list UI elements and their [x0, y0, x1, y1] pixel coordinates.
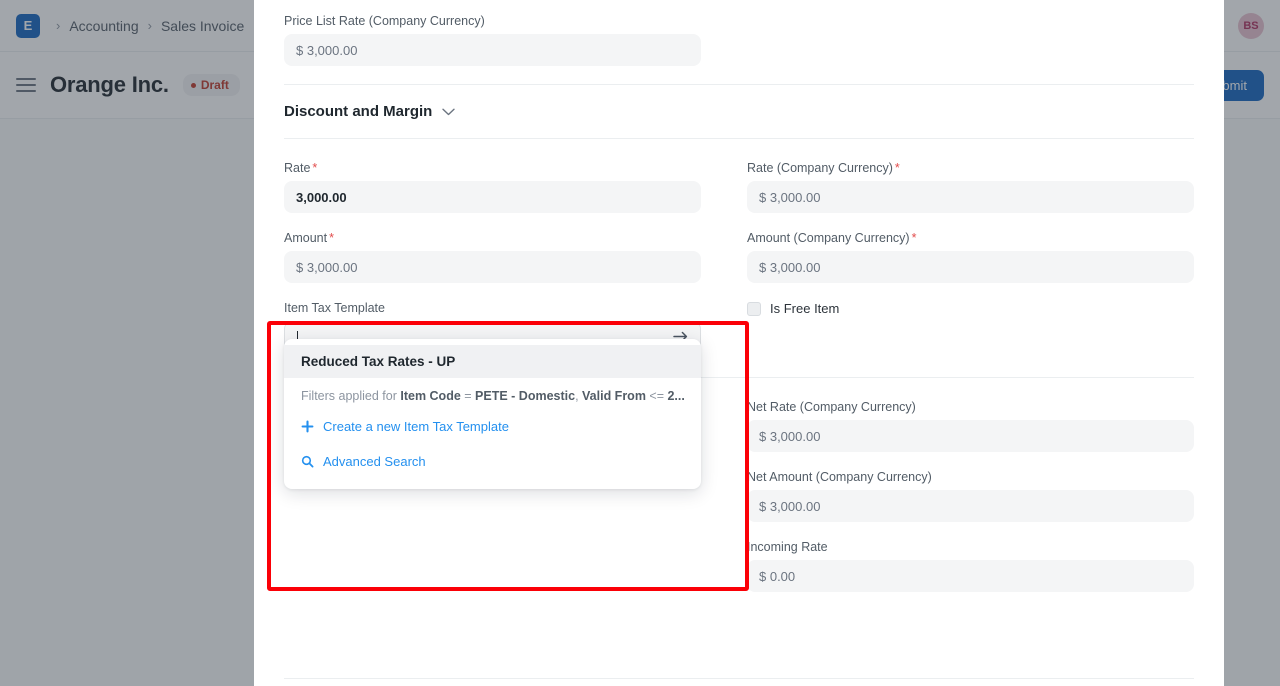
dropdown-advanced-search[interactable]: Advanced Search [284, 444, 701, 479]
field-price-list-rate-company: Price List Rate (Company Currency) $ 3,0… [284, 14, 701, 66]
search-icon [301, 455, 314, 468]
field-amount-company-currency: Amount (Company Currency)* $ 3,000.00 [747, 231, 1194, 283]
field-is-free-item[interactable]: Is Free Item [747, 301, 1194, 316]
field-label: Price List Rate (Company Currency) [284, 14, 701, 28]
filter-op-2: <= [646, 389, 668, 403]
dropdown-option-reduced-tax-rates-up[interactable]: Reduced Tax Rates - UP [284, 345, 701, 378]
advanced-search-label: Advanced Search [323, 454, 426, 469]
field-label-text: Rate [284, 161, 310, 175]
field-label-text: Amount (Company Currency) [747, 231, 910, 245]
field-label: Item Tax Template [284, 301, 701, 315]
filter-key-valid-from: Valid From [582, 389, 646, 403]
price-list-rate-company-input[interactable]: $ 3,000.00 [284, 34, 701, 66]
create-new-label: Create a new Item Tax Template [323, 419, 509, 434]
item-tax-template-dropdown: Reduced Tax Rates - UP Filters applied f… [284, 339, 701, 489]
dropdown-create-new-item-tax-template[interactable]: Create a new Item Tax Template [284, 409, 701, 444]
required-marker: * [329, 231, 334, 245]
field-net-amount-company-currency: Net Amount (Company Currency) $ 3,000.00 [747, 470, 1194, 522]
field-label: Net Amount (Company Currency) [747, 470, 1194, 484]
plus-icon [301, 420, 314, 433]
rate-company-input[interactable]: $ 3,000.00 [747, 181, 1194, 213]
field-net-rate-company-currency: Net Rate (Company Currency) $ 3,000.00 [747, 400, 1194, 452]
filter-value-item-code: PETE - Domestic [475, 389, 575, 403]
amount-input[interactable]: $ 3,000.00 [284, 251, 701, 283]
dialog-section-pricing: Price List Rate (Company Currency) $ 3,0… [254, 0, 1224, 84]
field-label: Incoming Rate [747, 540, 1194, 554]
is-free-item-label: Is Free Item [770, 301, 839, 316]
field-item-tax-template: Item Tax Template Reduced Tax Rates - UP… [284, 301, 701, 357]
field-label-text: Amount [284, 231, 327, 245]
field-label: Amount (Company Currency)* [747, 231, 1194, 245]
amount-company-input[interactable]: $ 3,000.00 [747, 251, 1194, 283]
field-rate: Rate* 3,000.00 [284, 161, 701, 213]
field-label: Rate (Company Currency)* [747, 161, 1194, 175]
net-rate-company-input[interactable]: $ 3,000.00 [747, 420, 1194, 452]
rate-input[interactable]: 3,000.00 [284, 181, 701, 213]
filter-sep: , [575, 389, 582, 403]
field-label: Amount* [284, 231, 701, 245]
dialog-section-rate-amount: Rate* 3,000.00 Amount* $ 3,000.00 Item T… [254, 139, 1224, 375]
field-rate-company-currency: Rate (Company Currency)* $ 3,000.00 [747, 161, 1194, 213]
filter-op: = [461, 389, 475, 403]
net-amount-company-input[interactable]: $ 3,000.00 [747, 490, 1194, 522]
filter-key-item-code: Item Code [400, 389, 460, 403]
item-details-dialog: Price List Rate (Company Currency) $ 3,0… [254, 0, 1224, 686]
field-label: Rate* [284, 161, 701, 175]
required-marker: * [895, 161, 900, 175]
section-header-discount-and-margin[interactable]: Discount and Margin [254, 85, 1224, 138]
filters-prefix: Filters applied for [301, 389, 400, 403]
chevron-down-icon[interactable] [442, 106, 455, 118]
section-divider [284, 678, 1194, 679]
required-marker: * [312, 161, 317, 175]
required-marker: * [912, 231, 917, 245]
field-amount: Amount* $ 3,000.00 [284, 231, 701, 283]
field-incoming-rate: Incoming Rate $ 0.00 [747, 540, 1194, 592]
filter-value-valid-from: 2... [667, 389, 684, 403]
field-label: Net Rate (Company Currency) [747, 400, 1194, 414]
dropdown-filters-note: Filters applied for Item Code = PETE - D… [284, 378, 701, 409]
is-free-item-checkbox[interactable] [747, 302, 761, 316]
field-label-text: Rate (Company Currency) [747, 161, 893, 175]
section-title: Discount and Margin [284, 103, 432, 120]
incoming-rate-input[interactable]: $ 0.00 [747, 560, 1194, 592]
